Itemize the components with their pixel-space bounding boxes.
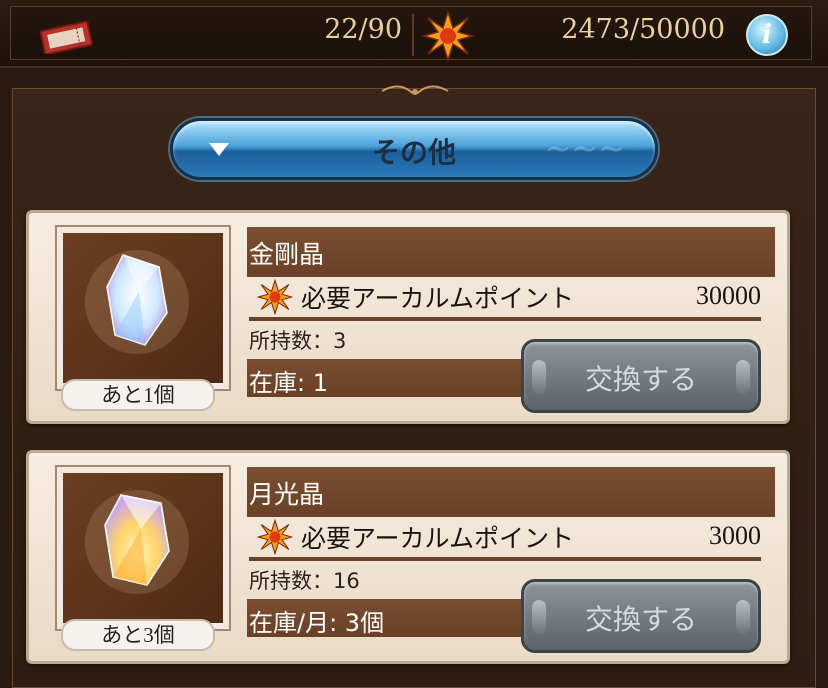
points-label: 必要アーカルムポイント — [301, 284, 575, 313]
button-cap-right — [736, 360, 750, 394]
ticket-count: 22/90 — [324, 14, 402, 45]
points-label: 必要アーカルムポイント — [301, 524, 575, 553]
item-name: 金剛晶 — [249, 240, 325, 269]
item-thumbnail — [57, 467, 229, 629]
remaining-badge: あと3個 — [61, 619, 215, 651]
item-name-row — [247, 227, 775, 277]
exchange-label: 交換する — [584, 603, 697, 636]
ticket-icon — [39, 20, 93, 54]
status-divider — [412, 14, 414, 56]
arcarum-point-icon — [422, 10, 474, 62]
arcarum-point-icon — [257, 519, 293, 555]
shop-item-card: あと1個 金剛晶 必要アーカルムポイント 30000 所持数：3 在庫: 1 交… — [26, 210, 790, 424]
top-status-bar: 22/90 2473/50000 i — [0, 0, 828, 68]
points-cost: 30000 — [696, 281, 761, 310]
category-dropdown[interactable]: その他 ~~~ — [170, 118, 658, 180]
crystal-icon — [85, 490, 189, 594]
stock-label: 在庫: 1 — [249, 369, 328, 397]
item-name-row — [247, 467, 775, 517]
item-thumbnail — [57, 227, 229, 389]
ornament-divider — [381, 85, 449, 95]
owned-count: 所持数：16 — [249, 569, 360, 593]
remaining-badge: あと1個 — [61, 379, 215, 411]
dropdown-decoration: ~~~ — [544, 129, 625, 167]
stock-label: 在庫/月: 3個 — [249, 609, 385, 637]
points-cost: 3000 — [709, 521, 761, 550]
info-button[interactable]: i — [746, 14, 788, 56]
owned-count: 所持数：3 — [249, 329, 347, 353]
exchange-button[interactable]: 交換する — [521, 339, 761, 413]
arcarum-point-icon — [257, 279, 293, 315]
points-row: 必要アーカルムポイント 30000 — [249, 275, 761, 321]
shop-item-card: あと3個 月光晶 必要アーカルムポイント 3000 所持数：16 在庫/月: 3… — [26, 450, 790, 664]
item-name: 月光晶 — [249, 480, 325, 509]
exchange-label: 交換する — [584, 363, 697, 396]
exchange-button[interactable]: 交換する — [521, 579, 761, 653]
crystal-icon — [85, 250, 189, 354]
points-row: 必要アーカルムポイント 3000 — [249, 515, 761, 561]
button-cap-right — [736, 600, 750, 634]
arcarum-points: 2473/50000 — [561, 14, 725, 45]
